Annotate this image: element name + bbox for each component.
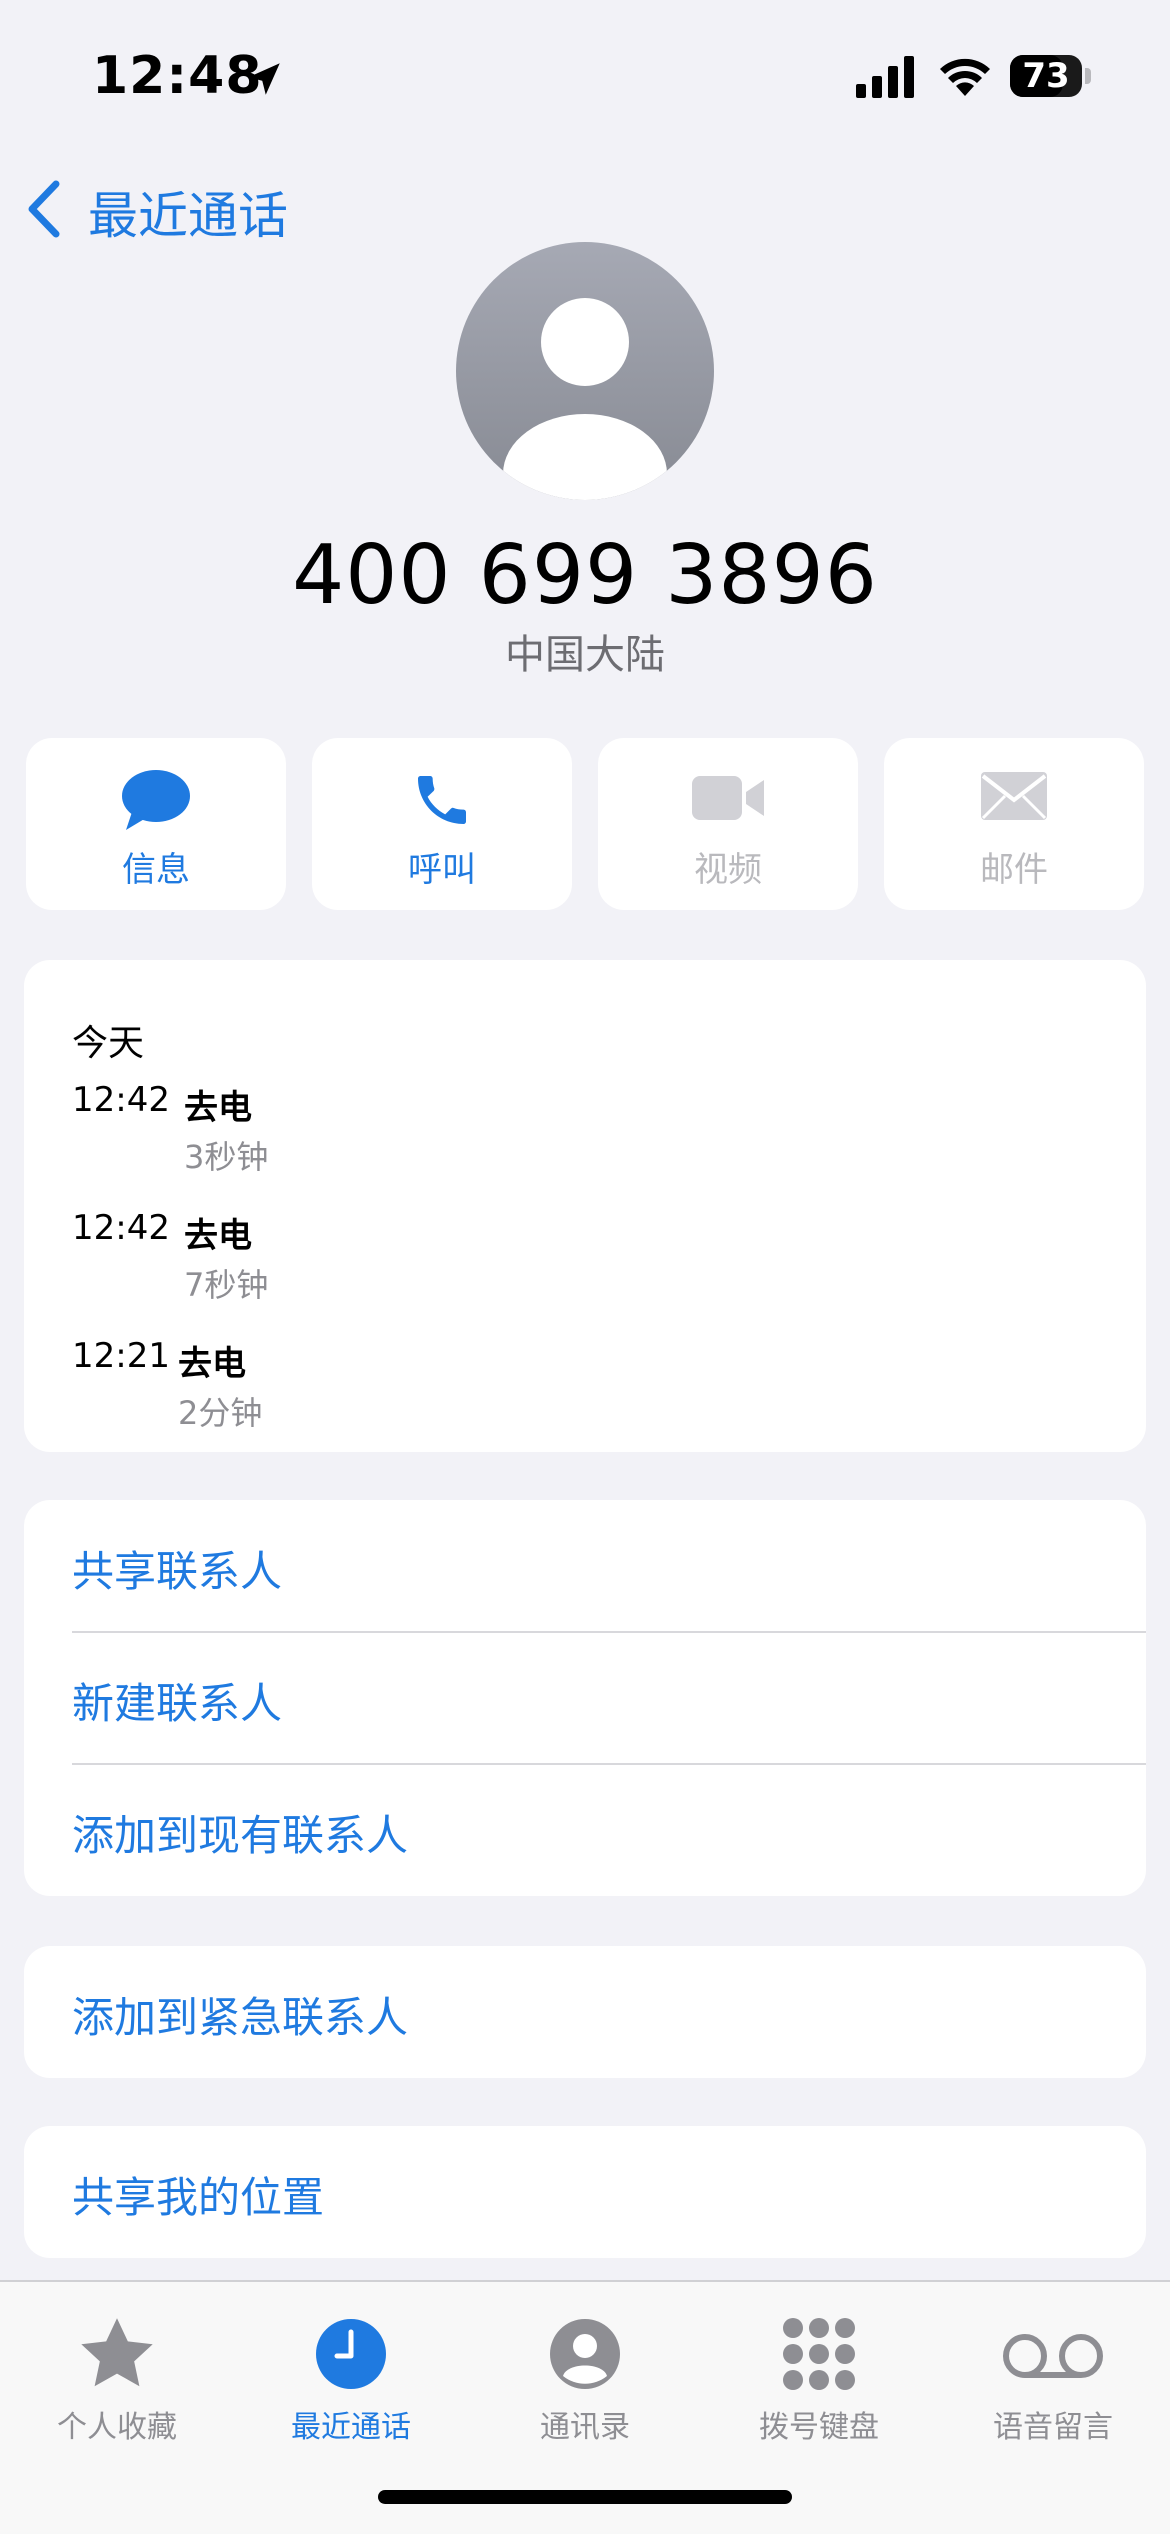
video-button[interactable]: 视频 xyxy=(598,738,858,910)
message-button[interactable]: 信息 xyxy=(26,738,286,910)
new-contact-item[interactable]: 新建联系人 xyxy=(24,1632,1146,1764)
tab-keypad-label: 拨号键盘 xyxy=(759,2410,879,2445)
add-to-emergency-contacts-label: 添加到紧急联系人 xyxy=(72,1993,409,2042)
call-duration: 7秒钟 xyxy=(184,1266,269,1304)
battery-indicator: 73 xyxy=(1010,55,1092,97)
contact-region: 中国大陆 xyxy=(505,632,665,678)
voicemail-icon xyxy=(1003,2334,1103,2378)
mail-button[interactable]: 邮件 xyxy=(884,738,1144,910)
back-button[interactable]: 最近通话 xyxy=(88,176,288,248)
battery-percent: 73 xyxy=(1022,56,1070,96)
home-indicator[interactable] xyxy=(378,2490,792,2504)
add-to-emergency-contacts-item[interactable]: 添加到紧急联系人 xyxy=(24,1946,1146,2078)
call-type: 去电 xyxy=(184,1088,252,1128)
wifi-icon xyxy=(940,58,990,96)
person-silhouette-icon xyxy=(503,298,667,500)
back-chevron-icon[interactable] xyxy=(22,178,64,240)
add-to-existing-contact-item[interactable]: 添加到现有联系人 xyxy=(24,1764,1146,1896)
phone-icon xyxy=(418,776,466,824)
share-contact-label: 共享联系人 xyxy=(72,1547,283,1596)
call-time: 12:21 xyxy=(72,1336,170,1376)
call-history-card: 今天 12:42 去电 3秒钟 12:42 去电 7秒钟 12:21 去电 2分… xyxy=(24,960,1146,1452)
mail-icon xyxy=(981,772,1047,820)
call-type: 去电 xyxy=(178,1344,246,1384)
message-button-label: 信息 xyxy=(122,850,190,890)
keypad-icon xyxy=(783,2318,855,2390)
tab-contacts[interactable]: 通讯录 xyxy=(468,2302,702,2452)
video-button-label: 视频 xyxy=(694,850,762,890)
tab-contacts-label: 通讯录 xyxy=(540,2410,630,2445)
emergency-contact-card: 添加到紧急联系人 xyxy=(24,1946,1146,2078)
location-arrow-icon xyxy=(248,63,280,95)
video-icon xyxy=(692,776,764,820)
tab-voicemail[interactable]: 语音留言 xyxy=(936,2302,1170,2452)
cellular-signal-icon xyxy=(856,56,914,98)
call-duration: 2分钟 xyxy=(178,1394,263,1432)
share-my-location-item[interactable]: 共享我的位置 xyxy=(24,2126,1146,2258)
person-circle-icon xyxy=(550,2319,620,2389)
location-card: 共享我的位置 xyxy=(24,2126,1146,2258)
tab-keypad[interactable]: 拨号键盘 xyxy=(702,2302,936,2452)
call-time: 12:42 xyxy=(72,1080,170,1120)
call-button[interactable]: 呼叫 xyxy=(312,738,572,910)
mail-button-label: 邮件 xyxy=(980,850,1048,890)
tab-favorites[interactable]: 个人收藏 xyxy=(0,2302,234,2452)
contact-actions-card: 共享联系人 新建联系人 添加到现有联系人 xyxy=(24,1500,1146,1896)
clock-icon xyxy=(316,2319,386,2389)
status-time: 12:48 xyxy=(92,46,263,106)
share-contact-item[interactable]: 共享联系人 xyxy=(24,1500,1146,1632)
contact-phone-number: 400 699 3896 xyxy=(292,528,878,623)
tab-recents-label: 最近通话 xyxy=(291,2410,411,2445)
contact-avatar xyxy=(456,242,714,500)
share-my-location-label: 共享我的位置 xyxy=(72,2173,325,2222)
call-type: 去电 xyxy=(184,1216,252,1256)
message-icon xyxy=(122,770,190,830)
tab-favorites-label: 个人收藏 xyxy=(57,2410,177,2445)
add-to-existing-contact-label: 添加到现有联系人 xyxy=(72,1811,409,1860)
call-duration: 3秒钟 xyxy=(184,1138,269,1176)
call-history-day: 今天 xyxy=(72,1023,145,1064)
call-time: 12:42 xyxy=(72,1208,170,1248)
tab-voicemail-label: 语音留言 xyxy=(993,2410,1113,2445)
tab-recents[interactable]: 最近通话 xyxy=(234,2302,468,2452)
new-contact-label: 新建联系人 xyxy=(72,1679,283,1728)
call-button-label: 呼叫 xyxy=(408,850,476,890)
star-icon xyxy=(81,2318,153,2387)
